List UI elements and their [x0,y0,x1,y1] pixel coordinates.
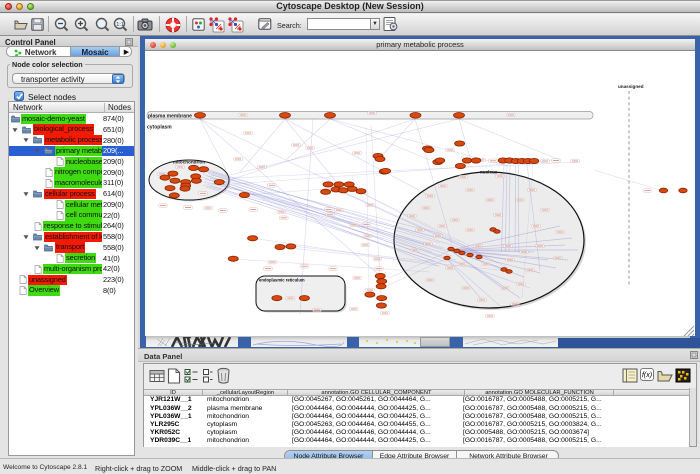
svg-text:nucleus: nucleus [480,170,498,175]
svg-text:endoplasmic reticulum: endoplasmic reticulum [259,278,305,283]
svg-text:mitochondrion: mitochondrion [173,160,205,165]
svg-text:unassigned: unassigned [618,84,644,89]
svg-text:1:1: 1:1 [116,22,124,28]
svg-text:cytoplasm: cytoplasm [147,125,172,131]
svg-text:plasma membrane: plasma membrane [148,114,192,120]
